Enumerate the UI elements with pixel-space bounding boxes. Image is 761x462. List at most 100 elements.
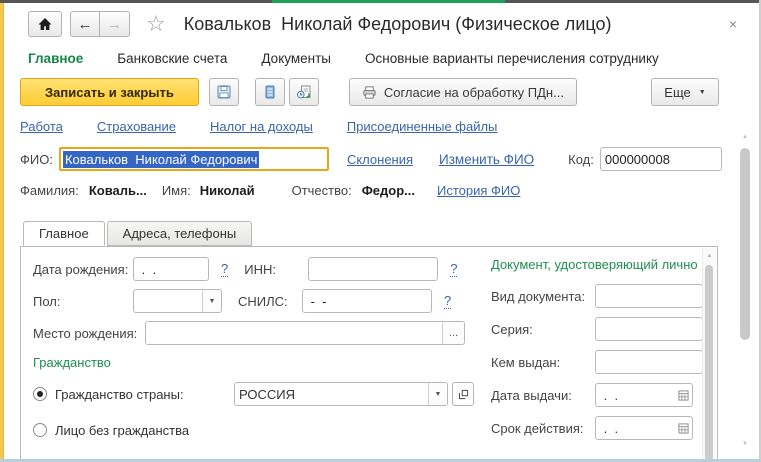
gender-value [134, 290, 202, 312]
window-header: ← → ☆ Ковальков Николай Федорович (Физич… [0, 3, 759, 45]
section-nav: Главное Банковские счета Документы Основ… [0, 45, 759, 71]
back-button[interactable]: ← [70, 11, 100, 37]
link-attached-files[interactable]: Присоединенные файлы [347, 119, 498, 134]
scroll-up-icon[interactable]: ▲ [703, 248, 716, 263]
fio-history-link[interactable]: История ФИО [437, 183, 520, 198]
citizenship-country-select[interactable]: РОССИЯ ▼ [234, 382, 448, 406]
gender-label: Пол: [33, 294, 133, 309]
nav-item-transfer-options[interactable]: Основные варианты перечисления сотрудник… [365, 51, 659, 66]
birth-place-ellipsis-button[interactable]: ... [442, 322, 464, 344]
firstname-label: Имя: [162, 183, 191, 198]
identity-document-header: Документ, удостоверяющий лично [491, 257, 711, 274]
patronymic-value: Федор... [362, 183, 415, 198]
patronymic-label: Отчество: [292, 183, 352, 198]
citizenship-country-radio[interactable] [33, 387, 47, 401]
forward-button[interactable]: → [100, 11, 130, 37]
tab-addresses-phones[interactable]: Адреса, телефоны [107, 221, 253, 246]
window-top-border-accent [272, 0, 505, 3]
home-icon [37, 16, 53, 32]
printer-icon [362, 85, 377, 100]
window-top-border [0, 0, 759, 3]
doc-type-label: Вид документа: [491, 289, 595, 304]
birth-place-field: ... [145, 321, 465, 345]
change-fio-link[interactable]: Изменить ФИО [439, 152, 534, 167]
doc-type-input[interactable] [595, 284, 703, 308]
citizenship-country-value: РОССИЯ [235, 383, 428, 405]
validity-date-label: Срок действия: [491, 421, 595, 436]
birth-date-label: Дата рождения: [33, 262, 133, 277]
panel-scrollbar[interactable]: ▲ [702, 248, 716, 462]
firstname-value: Николай [200, 183, 255, 198]
series-input[interactable] [595, 317, 703, 341]
forward-icon: → [107, 16, 122, 33]
citizenship-country-label: Гражданство страны: [55, 387, 234, 402]
citizenship-dropdown-icon[interactable]: ▼ [428, 383, 447, 405]
stateless-radio[interactable] [33, 423, 47, 437]
more-label: Еще [664, 85, 690, 100]
tab-bar: Главное Адреса, телефоны [0, 221, 759, 246]
code-input[interactable] [600, 147, 722, 171]
birth-place-input[interactable] [146, 322, 442, 344]
page-scrollbar[interactable]: ▲ ▼ [738, 134, 752, 453]
quick-links: Работа Страхование Налог на доходы Присо… [0, 113, 759, 139]
birth-date-input[interactable] [133, 257, 209, 281]
name-parts-row: Фамилия: Коваль... Имя: Николай Отчество… [0, 175, 759, 205]
stateless-label: Лицо без гражданства [55, 423, 189, 438]
chevron-down-icon: ▼ [699, 89, 706, 96]
issued-by-input[interactable] [595, 350, 703, 374]
more-button[interactable]: Еще ▼ [651, 78, 719, 106]
save-button[interactable] [209, 78, 239, 106]
floppy-disk-icon [216, 84, 232, 100]
consent-pdn-button[interactable]: Согласие на обработку ПДн... [349, 78, 577, 106]
list-icon [262, 84, 278, 100]
declensions-link[interactable]: Склонения [347, 152, 413, 167]
fio-input[interactable]: Ковальков Николай Федорович [59, 147, 329, 171]
fio-label: ФИО: [20, 152, 53, 167]
birth-place-label: Место рождения: [33, 326, 145, 341]
calendar-icon[interactable] [674, 423, 692, 434]
personal-data-column: Дата рождения: ? ИНН: ? Пол: ▼ СНИЛС: ? … [33, 257, 488, 454]
home-button[interactable] [28, 11, 62, 37]
tab-main[interactable]: Главное [23, 221, 105, 246]
back-icon: ← [78, 16, 93, 33]
surname-value: Коваль... [89, 183, 147, 198]
surname-label: Фамилия: [20, 183, 79, 198]
gender-dropdown-icon[interactable]: ▼ [202, 290, 221, 312]
snils-input[interactable] [302, 289, 432, 313]
history-nav-group: ← → [70, 11, 130, 37]
validity-date-input[interactable] [596, 421, 674, 436]
link-income-tax[interactable]: Налог на доходы [210, 119, 313, 134]
identity-document-column: Документ, удостоверяющий лично Вид докум… [491, 257, 711, 448]
issue-date-label: Дата выдачи: [491, 388, 595, 403]
nav-item-main[interactable]: Главное [28, 51, 83, 66]
gender-select[interactable]: ▼ [133, 289, 222, 313]
related-documents-button[interactable] [255, 78, 285, 106]
nav-item-bank-accounts[interactable]: Банковские счета [117, 51, 227, 66]
inn-label: ИНН: [244, 262, 308, 277]
panel-scrollbar-thumb[interactable] [705, 265, 713, 461]
scroll-up-icon[interactable]: ▲ [738, 134, 752, 146]
nav-item-documents[interactable]: Документы [261, 51, 331, 66]
inn-help-link[interactable]: ? [450, 262, 457, 277]
calendar-icon[interactable] [674, 390, 692, 401]
scroll-down-icon[interactable]: ▼ [738, 441, 752, 453]
fio-selected-text: Ковальков Николай Федорович [63, 151, 260, 168]
inn-input[interactable] [308, 257, 438, 281]
person-card-window: ← → ☆ Ковальков Николай Федорович (Физич… [0, 0, 761, 462]
citizenship-header: Гражданство [33, 355, 488, 372]
open-country-button[interactable] [452, 382, 474, 406]
issue-date-input[interactable] [596, 388, 674, 403]
close-icon[interactable]: × [729, 16, 737, 32]
snils-label: СНИЛС: [238, 294, 302, 309]
birth-date-help-link[interactable]: ? [221, 262, 228, 277]
favorite-star-icon[interactable]: ☆ [146, 13, 166, 35]
save-close-button[interactable]: Записать и закрыть [20, 78, 199, 106]
link-insurance[interactable]: Страхование [97, 119, 176, 134]
snils-help-link[interactable]: ? [444, 294, 451, 309]
change-history-button[interactable] [289, 78, 319, 106]
code-label: Код: [568, 152, 594, 167]
open-in-window-icon [457, 388, 470, 401]
issue-date-field [595, 383, 693, 407]
link-work[interactable]: Работа [20, 119, 63, 134]
consent-pdn-label: Согласие на обработку ПДн... [384, 85, 564, 100]
